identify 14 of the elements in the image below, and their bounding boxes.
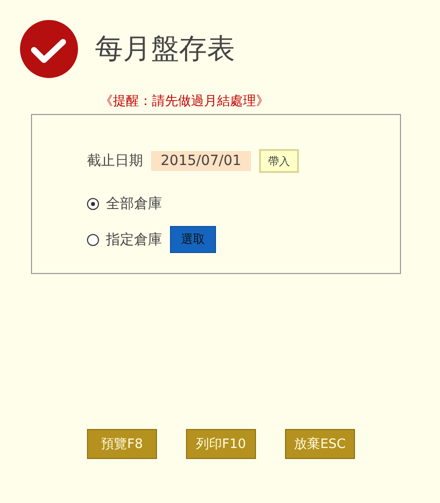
reminder-text: 《提醒：請先做過月結處理》: [100, 93, 270, 110]
fill-in-button[interactable]: 帶入: [259, 149, 299, 173]
radio-label: 全部倉庫: [106, 195, 162, 213]
cutoff-date-label: 截止日期: [87, 152, 143, 170]
page-title: 每月盤存表: [95, 31, 235, 67]
checkmark-icon: [20, 20, 78, 78]
action-button[interactable]: 預覽F8: [87, 429, 157, 459]
radio-button[interactable]: [87, 198, 99, 210]
action-button[interactable]: 列印F10: [186, 429, 256, 459]
radio-label: 指定倉庫: [106, 230, 162, 248]
action-button[interactable]: 放棄ESC: [285, 429, 355, 459]
radio-button[interactable]: [87, 234, 99, 246]
date-field[interactable]: 2015/07/01: [151, 151, 251, 171]
select-button[interactable]: 選取: [170, 226, 216, 253]
